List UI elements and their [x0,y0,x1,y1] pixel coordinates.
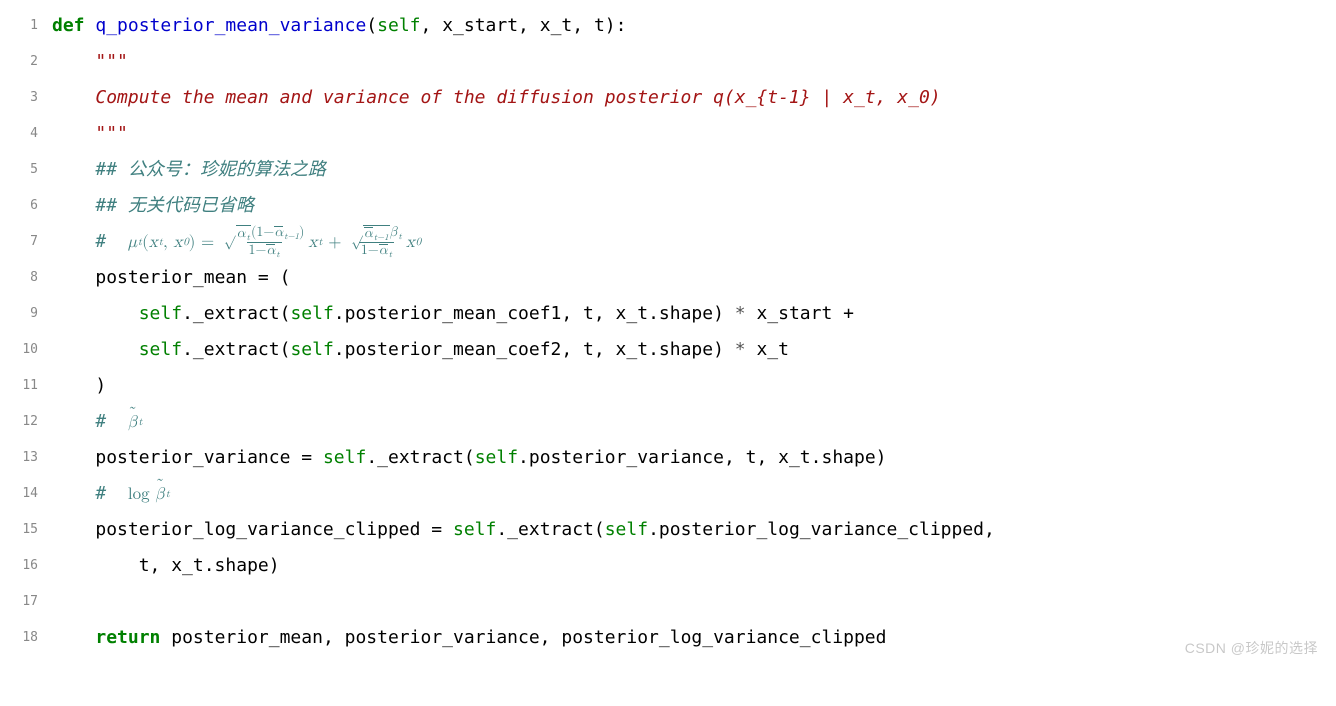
code-line: 7 # μt(xt, x0) = √αt(1−αt−1)1−αtxt + √αt… [0,224,1336,260]
line-number: 12 [0,409,52,434]
line-number: 10 [0,337,52,362]
code-text: """ [52,116,128,151]
code-line: 1 def q_posterior_mean_variance(self, x_… [0,8,1336,44]
line-number: 17 [0,589,52,614]
line-number: 14 [0,481,52,506]
line-number: 6 [0,193,52,218]
line-number: 8 [0,265,52,290]
math-formula: log βt [128,478,170,511]
line-number: 11 [0,373,52,398]
watermark: CSDN @珍妮的选择 [1185,635,1318,662]
line-number: 16 [0,553,52,578]
code-text: # log βt [52,476,170,511]
line-number: 7 [0,229,52,254]
code-text: ## 公众号：珍妮的算法之路 [52,152,326,187]
line-number: 5 [0,157,52,182]
code-line: 13 posterior_variance = self._extract(se… [0,440,1336,476]
code-line: 3 Compute the mean and variance of the d… [0,80,1336,116]
line-number: 1 [0,13,52,38]
code-text: # μt(xt, x0) = √αt(1−αt−1)1−αtxt + √αt−1… [52,224,421,259]
code-line: 5 ## 公众号：珍妮的算法之路 [0,152,1336,188]
code-text: posterior_log_variance_clipped = self._e… [52,512,995,547]
code-text: """ [52,44,128,79]
code-text: ) [52,368,106,403]
code-text: def q_posterior_mean_variance(self, x_st… [52,8,626,43]
line-number: 9 [0,301,52,326]
line-number: 15 [0,517,52,542]
code-line: 11 ) [0,368,1336,404]
code-line: 6 ## 无关代码已省略 [0,188,1336,224]
line-number: 2 [0,49,52,74]
line-number: 4 [0,121,52,146]
code-text: ## 无关代码已省略 [52,188,254,223]
line-number: 13 [0,445,52,470]
code-line: 10 self._extract(self.posterior_mean_coe… [0,332,1336,368]
code-block: 1 def q_posterior_mean_variance(self, x_… [0,0,1336,666]
code-line: 15 posterior_log_variance_clipped = self… [0,512,1336,548]
code-line: 14 # log βt [0,476,1336,512]
code-line: 2 """ [0,44,1336,80]
code-text: posterior_mean = ( [52,260,290,295]
code-line: 9 self._extract(self.posterior_mean_coef… [0,296,1336,332]
math-formula: μt(xt, x0) = √αt(1−αt−1)1−αtxt + √αt−1βt… [128,225,421,259]
code-line: 18 return posterior_mean, posterior_vari… [0,620,1336,656]
code-text: self._extract(self.posterior_mean_coef1,… [52,296,854,331]
code-line: 8 posterior_mean = ( [0,260,1336,296]
code-line: 17 [0,584,1336,620]
code-line: 4 """ [0,116,1336,152]
line-number: 3 [0,85,52,110]
code-text: t, x_t.shape) [52,548,280,583]
code-text: posterior_variance = self._extract(self.… [52,440,887,475]
code-text: return posterior_mean, posterior_varianc… [52,620,886,655]
line-number: 18 [0,625,52,650]
code-text: # βt [52,404,143,439]
math-formula: βt [128,406,143,439]
code-text: Compute the mean and variance of the dif… [52,80,941,115]
code-text: self._extract(self.posterior_mean_coef2,… [52,332,789,367]
code-line: 16 t, x_t.shape) [0,548,1336,584]
code-line: 12 # βt [0,404,1336,440]
